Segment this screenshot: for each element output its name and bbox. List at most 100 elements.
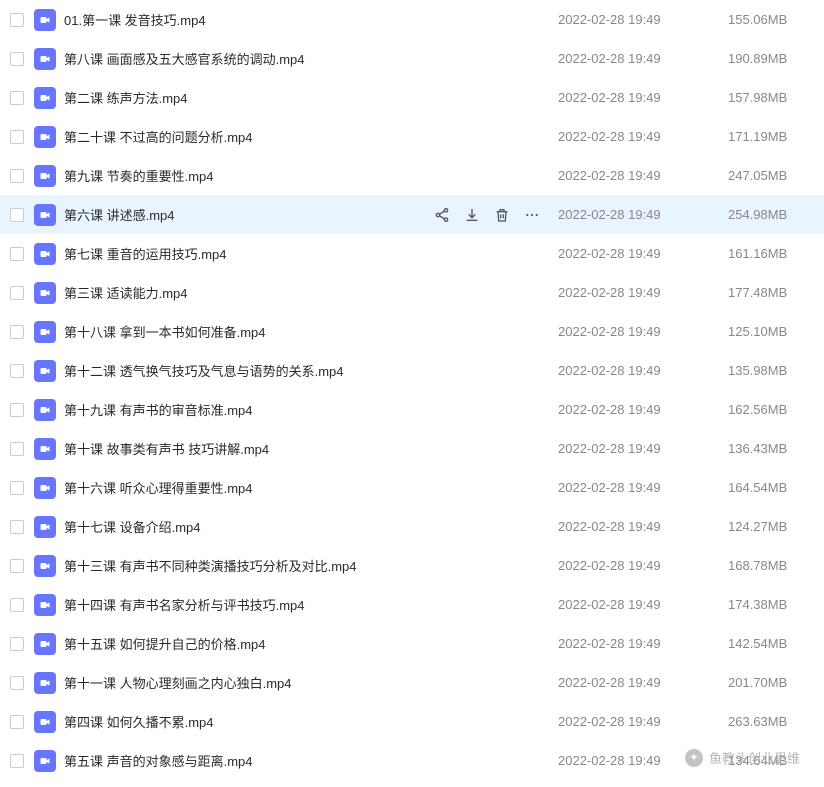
video-file-icon: [34, 48, 56, 70]
checkbox[interactable]: [10, 715, 24, 729]
file-name[interactable]: 第五课 声音的对象感与距离.mp4: [64, 751, 558, 770]
video-file-icon: [34, 711, 56, 733]
checkbox[interactable]: [10, 598, 24, 612]
file-name[interactable]: 第十三课 有声书不同种类演播技巧分析及对比.mp4: [64, 556, 558, 575]
file-name[interactable]: 第十八课 拿到一本书如何准备.mp4: [64, 322, 558, 341]
checkbox[interactable]: [10, 637, 24, 651]
download-icon[interactable]: [464, 207, 480, 223]
file-size: 135.98MB: [728, 363, 818, 378]
file-size: 136.43MB: [728, 441, 818, 456]
more-icon[interactable]: [524, 207, 540, 223]
file-name[interactable]: 第八课 画面感及五大感官系统的调动.mp4: [64, 49, 558, 68]
checkbox[interactable]: [10, 754, 24, 768]
video-file-icon: [34, 516, 56, 538]
file-date: 2022-02-28 19:49: [558, 285, 728, 300]
file-date: 2022-02-28 19:49: [558, 168, 728, 183]
file-date: 2022-02-28 19:49: [558, 207, 728, 222]
file-row[interactable]: 第二十课 不过高的问题分析.mp42022-02-28 19:49171.19M…: [0, 117, 824, 156]
share-icon[interactable]: [434, 207, 450, 223]
checkbox[interactable]: [10, 247, 24, 261]
video-file-icon: [34, 9, 56, 31]
file-row[interactable]: 第十课 故事类有声书 技巧讲解.mp42022-02-28 19:49136.4…: [0, 429, 824, 468]
file-name[interactable]: 第十二课 透气换气技巧及气息与语势的关系.mp4: [64, 361, 558, 380]
checkbox[interactable]: [10, 208, 24, 222]
checkbox[interactable]: [10, 520, 24, 534]
file-size: 190.89MB: [728, 51, 818, 66]
file-row[interactable]: 第十一课 人物心理刻画之内心独白.mp42022-02-28 19:49201.…: [0, 663, 824, 702]
checkbox[interactable]: [10, 91, 24, 105]
file-size: 254.98MB: [728, 207, 818, 222]
checkbox[interactable]: [10, 559, 24, 573]
file-date: 2022-02-28 19:49: [558, 519, 728, 534]
file-date: 2022-02-28 19:49: [558, 12, 728, 27]
file-name[interactable]: 第十一课 人物心理刻画之内心独白.mp4: [64, 673, 558, 692]
file-date: 2022-02-28 19:49: [558, 324, 728, 339]
checkbox[interactable]: [10, 169, 24, 183]
file-row[interactable]: 第十三课 有声书不同种类演播技巧分析及对比.mp42022-02-28 19:4…: [0, 546, 824, 585]
checkbox[interactable]: [10, 286, 24, 300]
checkbox[interactable]: [10, 403, 24, 417]
file-row[interactable]: 第十七课 设备介绍.mp42022-02-28 19:49124.27MB: [0, 507, 824, 546]
file-date: 2022-02-28 19:49: [558, 753, 728, 768]
file-size: 174.38MB: [728, 597, 818, 612]
file-row[interactable]: 01.第一课 发音技巧.mp42022-02-28 19:49155.06MB: [0, 0, 824, 39]
file-date: 2022-02-28 19:49: [558, 51, 728, 66]
checkbox[interactable]: [10, 442, 24, 456]
file-size: 177.48MB: [728, 285, 818, 300]
file-name[interactable]: 第六课 讲述感.mp4: [64, 205, 434, 224]
file-row[interactable]: 第五课 声音的对象感与距离.mp42022-02-28 19:49134.64M…: [0, 741, 824, 780]
file-list: 01.第一课 发音技巧.mp42022-02-28 19:49155.06MB第…: [0, 0, 824, 780]
file-name[interactable]: 第十课 故事类有声书 技巧讲解.mp4: [64, 439, 558, 458]
video-file-icon: [34, 204, 56, 226]
file-date: 2022-02-28 19:49: [558, 402, 728, 417]
checkbox[interactable]: [10, 130, 24, 144]
file-name[interactable]: 第十五课 如何提升自己的价格.mp4: [64, 634, 558, 653]
file-row[interactable]: 第六课 讲述感.mp4 2022-02-28 19:49254.98MB: [0, 195, 824, 234]
file-name[interactable]: 第二十课 不过高的问题分析.mp4: [64, 127, 558, 146]
file-row[interactable]: 第三课 适读能力.mp42022-02-28 19:49177.48MB: [0, 273, 824, 312]
video-file-icon: [34, 243, 56, 265]
video-file-icon: [34, 633, 56, 655]
file-name[interactable]: 第十六课 听众心理得重要性.mp4: [64, 478, 558, 497]
file-name[interactable]: 第十九课 有声书的审音标准.mp4: [64, 400, 558, 419]
video-file-icon: [34, 555, 56, 577]
file-date: 2022-02-28 19:49: [558, 246, 728, 261]
checkbox[interactable]: [10, 52, 24, 66]
file-size: 171.19MB: [728, 129, 818, 144]
file-row[interactable]: 第十四课 有声书名家分析与评书技巧.mp42022-02-28 19:49174…: [0, 585, 824, 624]
file-row[interactable]: 第二课 练声方法.mp42022-02-28 19:49157.98MB: [0, 78, 824, 117]
file-row[interactable]: 第九课 节奏的重要性.mp42022-02-28 19:49247.05MB: [0, 156, 824, 195]
file-name[interactable]: 第十七课 设备介绍.mp4: [64, 517, 558, 536]
checkbox[interactable]: [10, 13, 24, 27]
file-name[interactable]: 第四课 如何久播不累.mp4: [64, 712, 558, 731]
file-row[interactable]: 第十八课 拿到一本书如何准备.mp42022-02-28 19:49125.10…: [0, 312, 824, 351]
file-size: 263.63MB: [728, 714, 818, 729]
file-date: 2022-02-28 19:49: [558, 363, 728, 378]
file-name[interactable]: 第七课 重音的运用技巧.mp4: [64, 244, 558, 263]
file-row[interactable]: 第七课 重音的运用技巧.mp42022-02-28 19:49161.16MB: [0, 234, 824, 273]
file-name[interactable]: 第九课 节奏的重要性.mp4: [64, 166, 558, 185]
checkbox[interactable]: [10, 325, 24, 339]
file-row[interactable]: 第十九课 有声书的审音标准.mp42022-02-28 19:49162.56M…: [0, 390, 824, 429]
file-date: 2022-02-28 19:49: [558, 558, 728, 573]
file-date: 2022-02-28 19:49: [558, 636, 728, 651]
file-row[interactable]: 第十五课 如何提升自己的价格.mp42022-02-28 19:49142.54…: [0, 624, 824, 663]
file-row[interactable]: 第四课 如何久播不累.mp42022-02-28 19:49263.63MB: [0, 702, 824, 741]
file-size: 201.70MB: [728, 675, 818, 690]
file-name[interactable]: 01.第一课 发音技巧.mp4: [64, 10, 558, 29]
video-file-icon: [34, 477, 56, 499]
file-size: 142.54MB: [728, 636, 818, 651]
file-row[interactable]: 第十二课 透气换气技巧及气息与语势的关系.mp42022-02-28 19:49…: [0, 351, 824, 390]
file-size: 134.64MB: [728, 753, 818, 768]
file-name[interactable]: 第二课 练声方法.mp4: [64, 88, 558, 107]
checkbox[interactable]: [10, 364, 24, 378]
video-file-icon: [34, 750, 56, 772]
file-row[interactable]: 第十六课 听众心理得重要性.mp42022-02-28 19:49164.54M…: [0, 468, 824, 507]
file-row[interactable]: 第八课 画面感及五大感官系统的调动.mp42022-02-28 19:49190…: [0, 39, 824, 78]
file-name[interactable]: 第十四课 有声书名家分析与评书技巧.mp4: [64, 595, 558, 614]
checkbox[interactable]: [10, 481, 24, 495]
checkbox[interactable]: [10, 676, 24, 690]
delete-icon[interactable]: [494, 207, 510, 223]
file-name[interactable]: 第三课 适读能力.mp4: [64, 283, 558, 302]
video-file-icon: [34, 438, 56, 460]
